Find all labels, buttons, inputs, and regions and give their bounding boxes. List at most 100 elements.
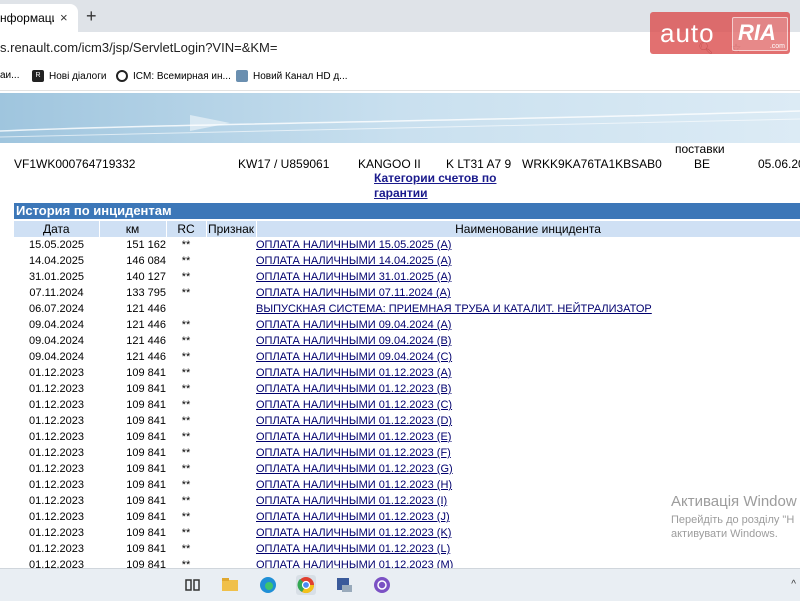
- row-rc: **: [181, 463, 191, 475]
- incident-link[interactable]: ОПЛАТА НАЛИЧНЫМИ 07.11.2024 (A): [256, 287, 451, 299]
- incident-link[interactable]: ОПЛАТА НАЛИЧНЫМИ 01.12.2023 (I): [256, 495, 447, 507]
- bookmark-item[interactable]: Новий Канал HD д...: [236, 70, 348, 82]
- row-km: 109 841: [126, 479, 166, 491]
- row-rc: **: [181, 287, 191, 299]
- col-header-incident-name[interactable]: Наименование инцидента: [256, 221, 800, 237]
- row-date: 01.12.2023: [28, 415, 85, 427]
- row-sign: [206, 253, 256, 269]
- col-header-km[interactable]: км: [99, 221, 167, 237]
- row-km: 109 841: [126, 367, 166, 379]
- code-value: KW17 / U859061: [238, 157, 330, 171]
- row-km: 109 841: [126, 447, 166, 459]
- incident-link[interactable]: ОПЛАТА НАЛИЧНЫМИ 15.05.2025 (A): [256, 239, 451, 251]
- engine-value: K LT31 A7 9: [446, 157, 512, 171]
- row-km: 109 841: [126, 399, 166, 411]
- incident-link[interactable]: ОПЛАТА НАЛИЧНЫМИ 31.01.2025 (A): [256, 271, 451, 283]
- app-icon[interactable]: [334, 575, 354, 595]
- incident-link[interactable]: ОПЛАТА НАЛИЧНЫМИ 09.04.2024 (B): [256, 335, 451, 347]
- new-tab-button[interactable]: +: [86, 4, 97, 28]
- row-sign: [206, 541, 256, 557]
- tray-chevron-icon[interactable]: ^: [791, 579, 796, 590]
- chrome-icon[interactable]: [296, 575, 316, 595]
- row-rc: **: [181, 271, 191, 283]
- edge-icon[interactable]: [258, 575, 278, 595]
- col-header-sign[interactable]: Признак: [206, 221, 257, 237]
- history-title: История по инцидентам: [14, 203, 800, 219]
- incident-link[interactable]: ОПЛАТА НАЛИЧНЫМИ 09.04.2024 (C): [256, 351, 452, 363]
- row-km: 109 841: [126, 463, 166, 475]
- row-sign: [206, 509, 256, 525]
- bookmark-item[interactable]: R Нові діалоги: [32, 70, 106, 82]
- ro-icon: R: [32, 70, 44, 82]
- activation-line2: Перейдіть до розділу "Н: [671, 514, 795, 526]
- row-date: 01.12.2023: [28, 511, 85, 523]
- row-date: 09.04.2024: [28, 319, 85, 331]
- table-row: 06.07.2024 121 446 ВЫПУСКНАЯ СИСТЕМА: ПРИЕ…: [14, 301, 800, 317]
- url-field[interactable]: s.renault.com/icm3/jsp/ServletLogin?VIN=…: [0, 40, 277, 55]
- col-header-date[interactable]: Дата: [14, 221, 100, 237]
- incident-link[interactable]: ОПЛАТА НАЛИЧНЫМИ 01.12.2023 (J): [256, 511, 450, 523]
- incident-link[interactable]: ОПЛАТА НАЛИЧНЫМИ 14.04.2025 (A): [256, 255, 451, 267]
- row-rc: [166, 301, 206, 317]
- row-km: 109 841: [126, 415, 166, 427]
- incident-link[interactable]: ОПЛАТА НАЛИЧНЫМИ 01.12.2023 (H): [256, 479, 452, 491]
- incident-link[interactable]: ОПЛАТА НАЛИЧНЫМИ 01.12.2023 (A): [256, 367, 451, 379]
- page-banner: [0, 93, 800, 143]
- browser-tab[interactable]: нформацио ×: [0, 4, 78, 32]
- row-rc: **: [181, 495, 191, 507]
- row-rc: **: [181, 367, 191, 379]
- incident-link[interactable]: ОПЛАТА НАЛИЧНЫМИ 09.04.2024 (A): [256, 319, 451, 331]
- incident-link[interactable]: ОПЛАТА НАЛИЧНЫМИ 01.12.2023 (E): [256, 431, 451, 443]
- row-date: 01.12.2023: [28, 527, 85, 539]
- row-incident: ОПЛАТА НАЛИЧНЫМИ 01.12.2023 (E): [256, 429, 800, 445]
- row-date: 07.11.2024: [29, 287, 84, 299]
- row-rc: **: [181, 399, 191, 411]
- row-rc: **: [181, 255, 191, 267]
- row-sign: [206, 237, 256, 253]
- row-incident: ОПЛАТА НАЛИЧНЫМИ 07.11.2024 (A): [256, 285, 800, 301]
- incident-link[interactable]: ОПЛАТА НАЛИЧНЫМИ 01.12.2023 (K): [256, 527, 451, 539]
- row-date: 09.04.2024: [28, 351, 85, 363]
- table-row: 01.12.2023 109 841 ** ОПЛАТА НАЛИЧНЫМИ 01.1…: [14, 541, 800, 557]
- incident-link[interactable]: ОПЛАТА НАЛИЧНЫМИ 01.12.2023 (L): [256, 543, 450, 555]
- incident-link[interactable]: ОПЛАТА НАЛИЧНЫМИ 01.12.2023 (F): [256, 447, 451, 459]
- incident-link[interactable]: ОПЛАТА НАЛИЧНЫМИ 01.12.2023 (D): [256, 415, 452, 427]
- incident-link[interactable]: ОПЛАТА НАЛИЧНЫМИ 01.12.2023 (B): [256, 383, 451, 395]
- row-km: 121 446: [126, 303, 166, 315]
- warranty-categories-link[interactable]: Категории счетов по гарантии: [374, 171, 524, 201]
- row-rc: **: [181, 335, 191, 347]
- row-date: 01.12.2023: [28, 463, 85, 475]
- incident-link[interactable]: ВЫПУСКНАЯ СИСТЕМА: ПРИЕМНАЯ ТРУБА И КАТА…: [256, 303, 652, 315]
- incident-link[interactable]: ОПЛАТА НАЛИЧНЫМИ 01.12.2023 (G): [256, 463, 453, 475]
- bookmark-label: Нові діалоги: [49, 70, 107, 82]
- bookmark-item[interactable]: аи...: [0, 70, 19, 81]
- bookmark-label: аи...: [0, 70, 20, 81]
- incident-link[interactable]: ОПЛАТА НАЛИЧНЫМИ 01.12.2023 (C): [256, 399, 452, 411]
- col-header-rc[interactable]: RC: [166, 221, 207, 237]
- windows-activation-notice: Активація Window Перейдіть до розділу "Н…: [671, 493, 797, 540]
- bookmark-item[interactable]: ICM: Всемирная ин...: [116, 70, 231, 82]
- activation-title: Активація Window: [671, 493, 797, 510]
- row-sign: [206, 317, 256, 333]
- banner-swoosh-graphic: [0, 110, 800, 138]
- row-rc: **: [181, 479, 191, 491]
- vin2-value: WRKK9KA76TA1KBSAB0: [522, 157, 662, 171]
- viber-icon[interactable]: [372, 575, 392, 595]
- table-row: 09.04.2024 121 446 ** ОПЛАТА НАЛИЧНЫМИ 09.0…: [14, 317, 800, 333]
- row-sign: [206, 285, 256, 301]
- file-explorer-icon[interactable]: [220, 575, 240, 595]
- row-date: 01.12.2023: [28, 447, 85, 459]
- row-sign: [206, 333, 256, 349]
- channel-icon: [236, 70, 248, 82]
- vin-value: VF1WK000764719332: [14, 157, 136, 171]
- table-row: 01.12.2023 109 841 ** ОПЛАТА НАЛИЧНЫМИ 01.1…: [14, 413, 800, 429]
- row-date: 15.05.2025: [28, 239, 85, 251]
- row-sign: [206, 477, 256, 493]
- row-km: 109 841: [126, 383, 166, 395]
- row-sign: [206, 269, 256, 285]
- close-icon[interactable]: ×: [60, 4, 68, 32]
- row-incident: ОПЛАТА НАЛИЧНЫМИ 14.04.2025 (A): [256, 253, 800, 269]
- table-row: 09.04.2024 121 446 ** ОПЛАТА НАЛИЧНЫМИ 09.0…: [14, 333, 800, 349]
- task-view-icon[interactable]: [182, 575, 202, 595]
- row-incident: ОПЛАТА НАЛИЧНЫМИ 01.12.2023 (C): [256, 397, 800, 413]
